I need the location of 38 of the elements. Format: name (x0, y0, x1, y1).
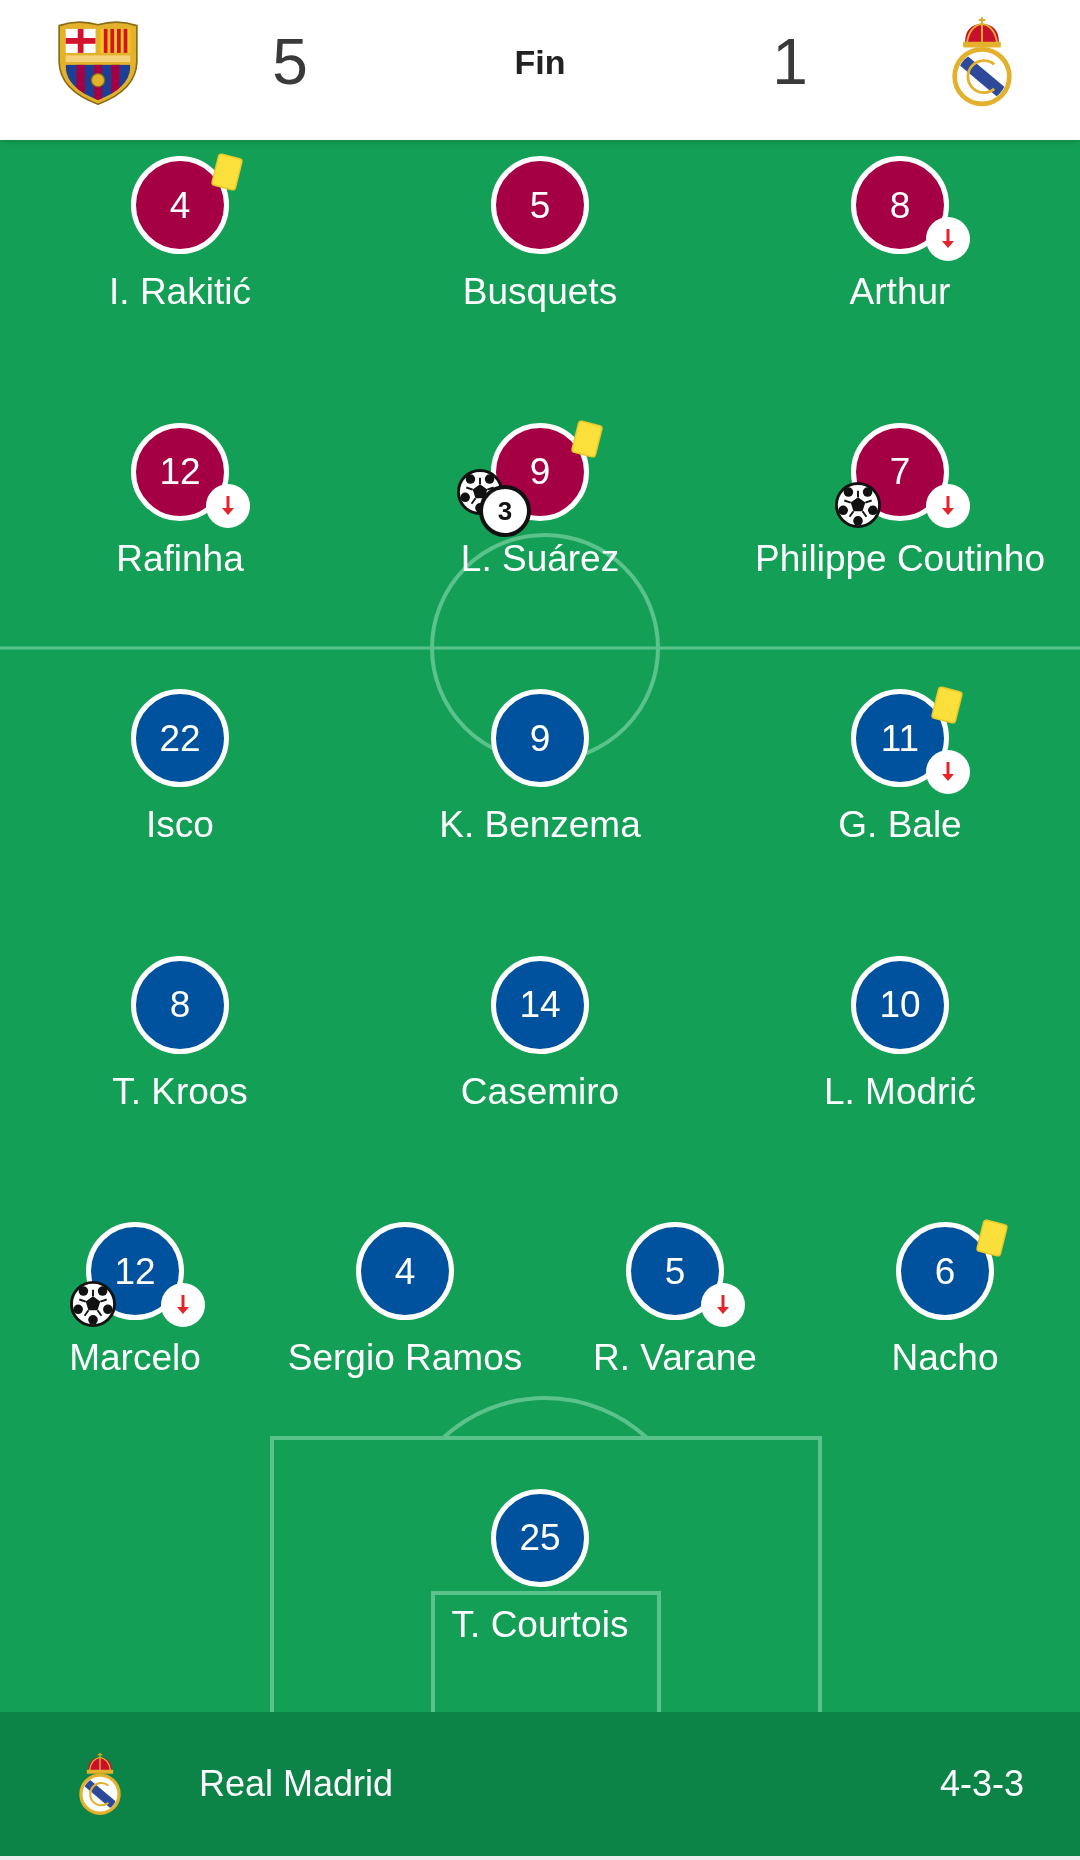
team-name: Real Madrid (199, 1766, 394, 1802)
shirt-number: 25 (491, 1488, 589, 1587)
player-name: I. Rakitić (109, 271, 251, 313)
player-name: Rafinha (116, 537, 244, 580)
shirt-number: 10 (851, 955, 949, 1054)
crest-icon (77, 1752, 123, 1816)
crest-icon (56, 19, 140, 105)
shirt-number: 4 (356, 1222, 454, 1320)
home-score: 5 (271, 30, 309, 94)
shirt-number: 6 (896, 1222, 994, 1320)
player-name: G. Bale (838, 804, 962, 846)
player-name: T. Courtois (451, 1603, 629, 1646)
player-name: K. Benzema (439, 804, 641, 846)
match-status: Fin (513, 45, 567, 79)
player-name: Isco (146, 804, 214, 846)
crest-icon (949, 17, 1015, 107)
player-name: Philippe Coutinho (754, 537, 1045, 580)
shirt-number: 8 (131, 955, 229, 1054)
player-name: L. Suárez (460, 537, 620, 580)
player-name: Arthur (849, 271, 951, 313)
shirt-number: 8 (851, 156, 949, 254)
player-name: T. Kroos (112, 1070, 248, 1113)
player-name: Nacho (891, 1337, 999, 1379)
shirt-number: 9 (491, 689, 589, 787)
shirt-number: 12 (131, 422, 229, 521)
player-name: Busquets (462, 271, 618, 313)
shirt-number: 5 (626, 1222, 724, 1320)
shirt-number: 22 (131, 689, 229, 787)
player-name: R. Varane (593, 1337, 757, 1379)
shirt-number: 4 (131, 156, 229, 254)
player-name: L. Modrić (823, 1070, 977, 1113)
player-name: Marcelo (69, 1337, 201, 1379)
away-score: 1 (771, 30, 809, 94)
player-name: Casemiro (460, 1070, 620, 1113)
shirt-number: 14 (491, 955, 589, 1054)
shirt-number: 5 (491, 156, 589, 254)
player-name: Sergio Ramos (287, 1337, 523, 1379)
formation: 4-3-3 (939, 1766, 1024, 1802)
